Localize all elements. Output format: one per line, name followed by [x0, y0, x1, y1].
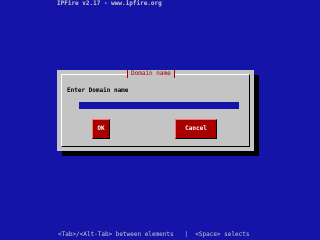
domain-name-label: Enter Domain name [67, 87, 129, 94]
installer-title: IPFire v2.17 - www.ipfire.org [57, 0, 162, 7]
keyboard-help-text: <Tab>/<Alt-Tab> between elements | <Spac… [58, 231, 250, 238]
domain-name-input[interactable]: localdomain [79, 102, 239, 109]
dialog-frame [61, 74, 250, 147]
cancel-button[interactable]: Cancel [175, 119, 217, 139]
text-mode-screen: IPFire v2.17 - www.ipfire.org Domain nam… [0, 0, 320, 239]
ok-button[interactable]: OK [92, 119, 110, 139]
domain-name-dialog: Domain name Enter Domain name localdomai… [57, 70, 254, 151]
dialog-title: Domain name [127, 70, 175, 78]
